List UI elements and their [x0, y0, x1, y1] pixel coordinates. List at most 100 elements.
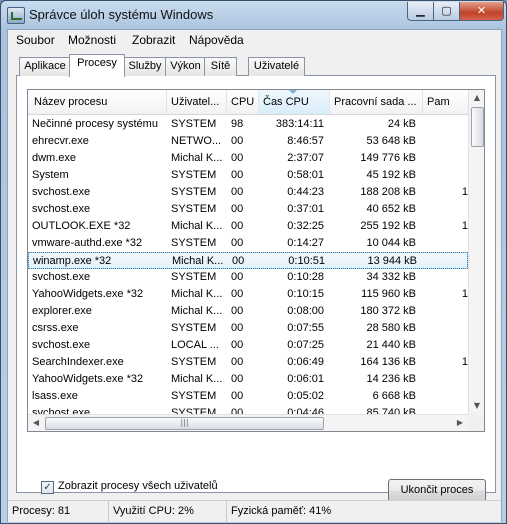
- cell-mem: [423, 303, 468, 320]
- table-row[interactable]: explorer.exe Michal K... 00 0:08:00 180 372 …: [28, 303, 468, 320]
- column-user[interactable]: Uživatel...: [167, 90, 227, 114]
- column-name[interactable]: Název procesu: [28, 90, 167, 114]
- cell-ws: 10 044 kB: [366, 237, 416, 249]
- table-row[interactable]: SearchIndexer.exe SYSTEM 00 0:06:49 164 136 …: [28, 354, 468, 371]
- process-list[interactable]: Název procesu Uživatel... CPU Čas CPU Pr…: [27, 89, 485, 432]
- cell-cpu: 00: [231, 135, 244, 147]
- cell-user: SYSTEM: [171, 169, 217, 181]
- cell-ws: 45 192 kB: [366, 169, 416, 181]
- tab-site[interactable]: Sítě: [204, 57, 237, 76]
- cell-user: SYSTEM: [171, 203, 217, 215]
- vertical-scrollbar[interactable]: ▲ ▼: [468, 90, 484, 414]
- table-row[interactable]: dwm.exe Michal K... 00 2:37:07 149 776 kB: [28, 150, 468, 167]
- table-row[interactable]: OUTLOOK.EXE *32 Michal K... 00 0:32:25 255 1…: [28, 218, 468, 235]
- table-row[interactable]: System SYSTEM 00 0:58:01 45 192 kB: [28, 167, 468, 184]
- status-memory: Fyzická paměť: 41%: [231, 505, 332, 517]
- list-header: Název procesu Uživatel... CPU Čas CPU Pr…: [28, 90, 468, 115]
- cell-cpu: 00: [231, 339, 244, 351]
- scroll-down-icon[interactable]: ▼: [469, 398, 484, 414]
- menu-soubor[interactable]: Soubor: [16, 33, 55, 47]
- task-manager-icon: [7, 7, 25, 24]
- cell-cpu: 00: [231, 237, 244, 249]
- cell-name: dwm.exe: [32, 152, 77, 164]
- table-row[interactable]: csrss.exe SYSTEM 00 0:07:55 28 580 kB: [28, 320, 468, 337]
- tab-strip: Aplikace Procesy Služby Výkon Sítě Uživa…: [16, 54, 496, 77]
- cell-cputime: 0:10:28: [287, 271, 324, 283]
- cell-user: Michal K...: [171, 152, 223, 164]
- cell-mem: [423, 371, 468, 388]
- title-bar[interactable]: Správce úloh systému Windows ▁ ▢ ✕: [1, 1, 506, 29]
- cell-cputime: 0:44:23: [287, 186, 324, 198]
- cell-name: Nečinné procesy systému: [32, 118, 158, 130]
- vertical-scroll-thumb[interactable]: [471, 107, 484, 147]
- column-cpu[interactable]: CPU: [227, 90, 259, 114]
- column-memory[interactable]: Pam: [423, 90, 472, 114]
- table-row[interactable]: lsass.exe SYSTEM 00 0:05:02 6 668 kB: [28, 388, 468, 405]
- cell-ws: 28 580 kB: [366, 322, 416, 334]
- menu-zobrazit[interactable]: Zobrazit: [132, 33, 175, 47]
- cell-cputime: 0:06:01: [287, 373, 324, 385]
- menu-napoveda[interactable]: Nápověda: [189, 33, 244, 47]
- table-row[interactable]: ehrecvr.exe NETWO... 00 8:46:57 53 648 kB: [28, 133, 468, 150]
- cell-cputime: 0:07:55: [287, 322, 324, 334]
- cell-cputime: 0:10:51: [288, 255, 325, 267]
- cell-cputime: 0:07:25: [287, 339, 324, 351]
- cell-name: SearchIndexer.exe: [32, 356, 124, 368]
- scroll-right-icon[interactable]: ▶: [452, 415, 468, 431]
- cell-user: NETWO...: [171, 135, 222, 147]
- cell-name: YahooWidgets.exe *32: [32, 288, 144, 300]
- end-process-button[interactable]: Ukončit proces: [388, 479, 486, 502]
- cell-user: SYSTEM: [171, 118, 217, 130]
- table-row[interactable]: YahooWidgets.exe *32 Michal K... 00 0:10:15…: [28, 286, 468, 303]
- cell-cpu: 00: [231, 322, 244, 334]
- table-row[interactable]: vmware-authd.exe *32 SYSTEM 00 0:14:27 10 04…: [28, 235, 468, 252]
- horizontal-scrollbar[interactable]: ◀ ||| ▶: [28, 414, 468, 431]
- cell-ws: 24 kB: [387, 118, 416, 130]
- cell-cpu: 00: [231, 203, 244, 215]
- table-row[interactable]: winamp.exe *32 Michal K... 00 0:10:51 13 944…: [28, 252, 468, 269]
- table-row[interactable]: svchost.exe SYSTEM 00 0:44:23 188 208 kB 1: [28, 184, 468, 201]
- cell-name: vmware-authd.exe *32: [32, 237, 143, 249]
- tab-uzivatele[interactable]: Uživatelé: [248, 57, 305, 76]
- table-row[interactable]: svchost.exe LOCAL ... 00 0:07:25 21 440 kB: [28, 337, 468, 354]
- cell-ws: 40 652 kB: [366, 203, 416, 215]
- column-cpu-time[interactable]: Čas CPU: [259, 90, 330, 114]
- close-button[interactable]: ✕: [459, 2, 504, 21]
- table-row[interactable]: svchost.exe SYSTEM 00 0:10:28 34 332 kB: [28, 269, 468, 286]
- cell-name: csrss.exe: [32, 322, 79, 334]
- cell-name: svchost.exe: [32, 186, 91, 198]
- cell-name: svchost.exe: [32, 203, 91, 215]
- horizontal-scroll-thumb[interactable]: |||: [45, 417, 324, 430]
- checkbox-check-icon[interactable]: ✓: [41, 481, 54, 494]
- cell-cpu: 00: [231, 305, 244, 317]
- tab-vykon[interactable]: Výkon: [165, 57, 206, 76]
- cell-ws: 149 776 kB: [360, 152, 416, 164]
- cell-user: Michal K...: [171, 305, 223, 317]
- scroll-up-icon[interactable]: ▲: [469, 90, 484, 106]
- menu-bar: Soubor Možnosti Zobrazit Nápověda: [8, 30, 501, 51]
- table-row[interactable]: YahooWidgets.exe *32 Michal K... 00 0:06:01…: [28, 371, 468, 388]
- cell-name: explorer.exe: [32, 305, 92, 317]
- cell-user: Michal K...: [171, 220, 223, 232]
- cell-mem: 1: [461, 356, 468, 368]
- tab-procesy[interactable]: Procesy: [69, 54, 125, 77]
- cell-user: SYSTEM: [171, 271, 217, 283]
- scroll-left-icon[interactable]: ◀: [28, 415, 44, 431]
- cell-cpu: 00: [232, 255, 245, 267]
- maximize-button[interactable]: ▢: [433, 2, 460, 21]
- table-row[interactable]: svchost.exe SYSTEM 00 0:37:01 40 652 kB: [28, 201, 468, 218]
- cell-ws: 6 668 kB: [372, 390, 416, 402]
- cell-mem: [423, 133, 468, 150]
- cell-name: winamp.exe *32: [33, 255, 112, 267]
- table-row[interactable]: Nečinné procesy systému SYSTEM 98 383:14:11…: [28, 116, 468, 133]
- cell-mem: 1: [461, 186, 468, 198]
- cell-name: svchost.exe: [32, 339, 91, 351]
- tab-aplikace[interactable]: Aplikace: [19, 57, 71, 76]
- cell-ws: 14 236 kB: [366, 373, 416, 385]
- column-working-set[interactable]: Pracovní sada ...: [330, 90, 423, 114]
- menu-moznosti[interactable]: Možnosti: [68, 33, 116, 47]
- cell-name: ehrecvr.exe: [32, 135, 89, 147]
- minimize-button[interactable]: ▁: [407, 2, 434, 21]
- cell-user: Michal K...: [172, 255, 224, 267]
- tab-sluzby[interactable]: Služby: [123, 57, 167, 76]
